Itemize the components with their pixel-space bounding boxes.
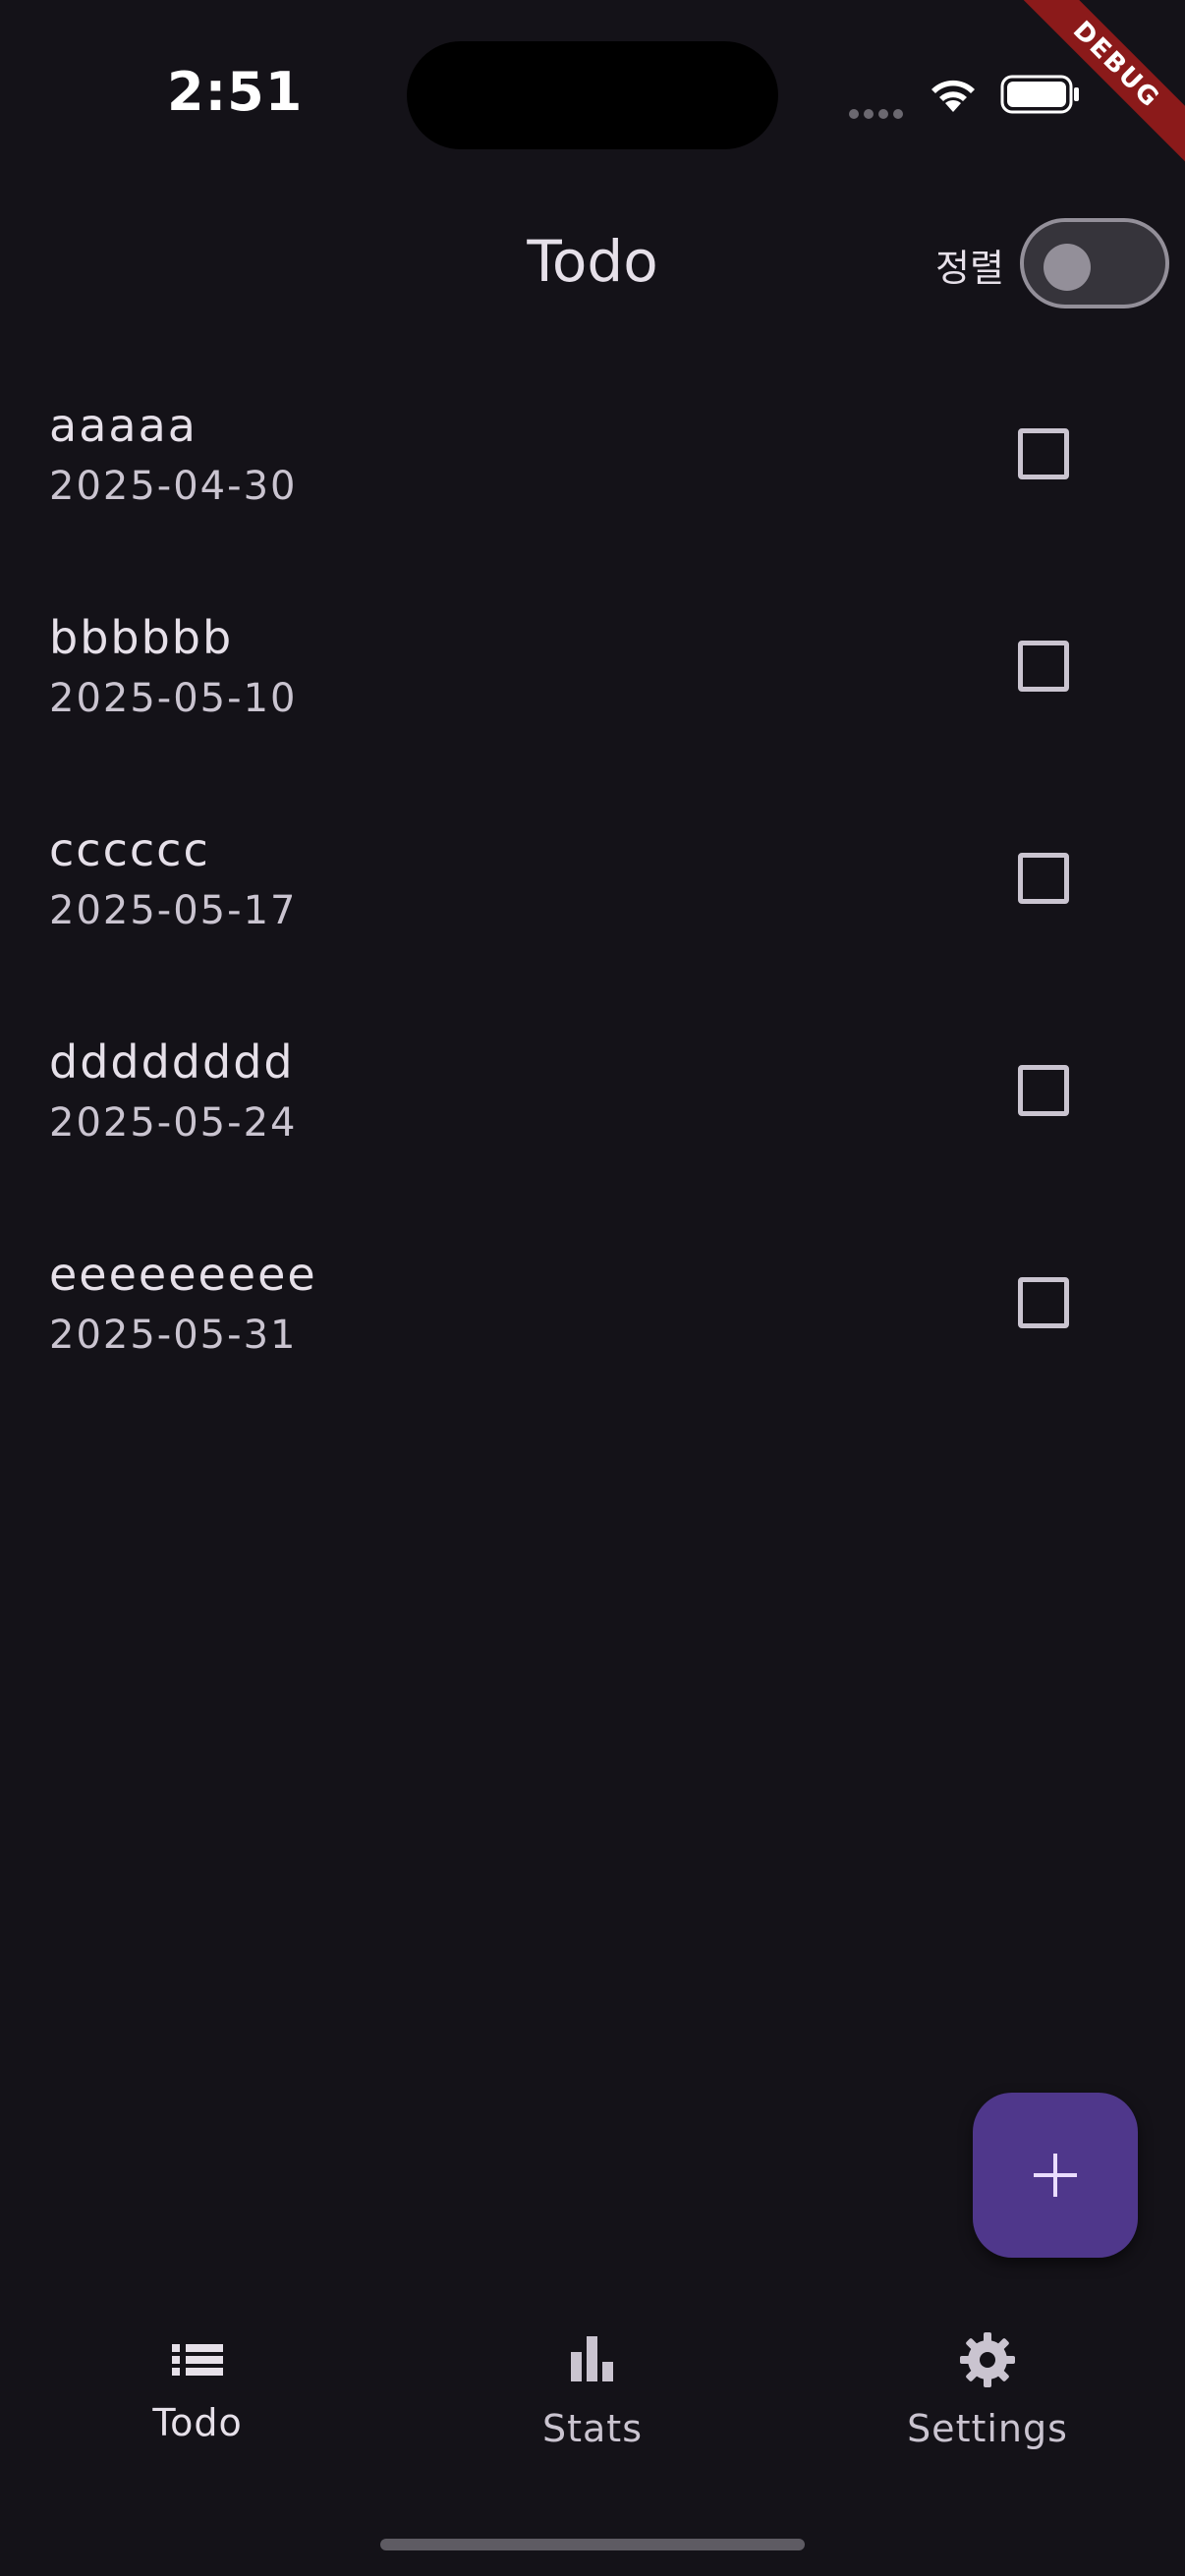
cellular-signal-icon bbox=[849, 104, 908, 119]
gear-icon bbox=[960, 2332, 1015, 2387]
page-title: Todo bbox=[527, 228, 658, 295]
dynamic-island bbox=[407, 41, 778, 149]
nav-item-stats[interactable]: Stats bbox=[445, 2299, 740, 2495]
nav-label-stats: Stats bbox=[541, 2407, 643, 2450]
wifi-icon bbox=[931, 80, 975, 112]
list-icon bbox=[172, 2344, 223, 2376]
bottom-navigation: Todo Stats Settings bbox=[0, 2299, 1185, 2495]
nav-item-settings[interactable]: Settings bbox=[840, 2299, 1135, 2495]
toggle-thumb bbox=[1044, 244, 1091, 291]
todo-checkbox[interactable] bbox=[1018, 853, 1069, 904]
todo-title: cccccc bbox=[49, 823, 210, 876]
todo-title: bbbbbb bbox=[49, 611, 234, 664]
todo-screen: 2:51 DEBUG Todo 정렬 aaaaa 2025-04-30 bbbb… bbox=[0, 0, 1185, 2576]
nav-label-todo: Todo bbox=[152, 2401, 243, 2444]
todo-checkbox[interactable] bbox=[1018, 1065, 1069, 1116]
todo-title: aaaaa bbox=[49, 399, 198, 452]
sort-label: 정렬 bbox=[935, 247, 1004, 290]
todo-title: eeeeeeeee bbox=[49, 1248, 317, 1301]
battery-icon bbox=[1000, 75, 1079, 114]
plus-icon bbox=[1034, 2154, 1077, 2197]
home-indicator[interactable] bbox=[380, 2539, 805, 2550]
nav-item-todo[interactable]: Todo bbox=[50, 2299, 345, 2495]
todo-date: 2025-05-10 bbox=[49, 676, 298, 721]
todo-date: 2025-05-17 bbox=[49, 888, 298, 933]
todo-date: 2025-05-24 bbox=[49, 1100, 298, 1146]
todo-checkbox[interactable] bbox=[1018, 641, 1069, 692]
sort-toggle[interactable] bbox=[1020, 218, 1169, 308]
todo-checkbox[interactable] bbox=[1018, 1277, 1069, 1328]
todo-item[interactable]: eeeeeeeee 2025-05-31 bbox=[0, 1238, 1185, 1450]
todo-list: aaaaa 2025-04-30 bbbbbb 2025-05-10 ccccc… bbox=[0, 389, 1185, 1450]
todo-date: 2025-04-30 bbox=[49, 464, 298, 509]
add-todo-button[interactable] bbox=[973, 2093, 1138, 2258]
todo-checkbox[interactable] bbox=[1018, 428, 1069, 479]
bar-chart-icon bbox=[571, 2336, 613, 2381]
status-time: 2:51 bbox=[167, 61, 304, 123]
nav-label-settings: Settings bbox=[907, 2407, 1068, 2450]
todo-date: 2025-05-31 bbox=[49, 1313, 298, 1358]
todo-item[interactable]: cccccc 2025-05-17 bbox=[0, 813, 1185, 1026]
todo-title: dddddddd bbox=[49, 1036, 295, 1089]
todo-item[interactable]: aaaaa 2025-04-30 bbox=[0, 389, 1185, 601]
todo-item[interactable]: dddddddd 2025-05-24 bbox=[0, 1026, 1185, 1238]
todo-item[interactable]: bbbbbb 2025-05-10 bbox=[0, 601, 1185, 813]
